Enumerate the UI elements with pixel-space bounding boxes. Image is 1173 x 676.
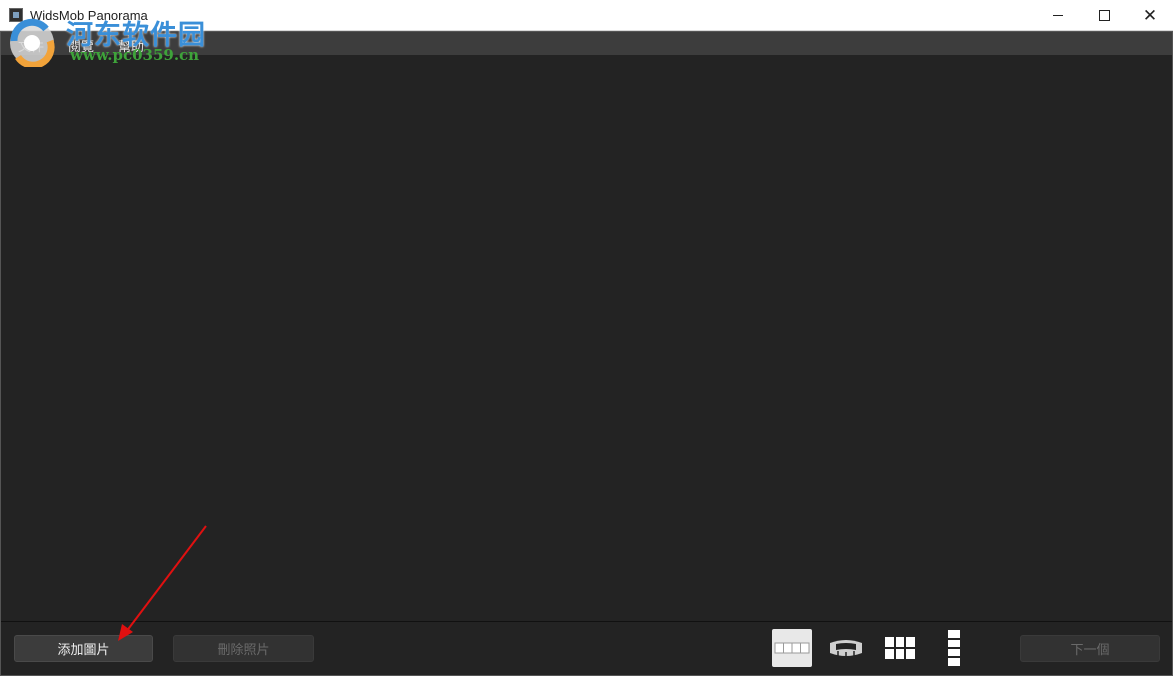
- menu-view[interactable]: 閱覽: [68, 36, 94, 55]
- close-icon: ✕: [1142, 6, 1158, 25]
- add-photos-button[interactable]: 添加圖片: [14, 635, 153, 662]
- next-button[interactable]: 下一個: [1020, 635, 1160, 662]
- bottom-toolbar: 添加圖片 刪除照片 下一個: [1, 621, 1172, 675]
- grid-tile-icon: [885, 637, 915, 659]
- mode-360-button[interactable]: [826, 629, 866, 667]
- maximize-button[interactable]: [1081, 0, 1127, 31]
- mode-vertical-button[interactable]: [934, 629, 974, 667]
- mode-horizontal-button[interactable]: [772, 629, 812, 667]
- minimize-icon: [1053, 15, 1063, 16]
- mode-grid-button[interactable]: [880, 629, 920, 667]
- app-icon: [9, 8, 23, 22]
- window-title: WidsMob Panorama: [30, 8, 148, 23]
- close-button[interactable]: ✕: [1127, 0, 1173, 31]
- maximize-icon: [1098, 10, 1110, 21]
- horizontal-panorama-icon: [774, 642, 810, 654]
- title-bar: WidsMob Panorama ✕: [0, 0, 1173, 31]
- menu-bar: 文件 閱覽 幫助: [1, 32, 1172, 55]
- menu-help[interactable]: 幫助: [118, 36, 144, 55]
- delete-photos-button[interactable]: 刪除照片: [173, 635, 314, 662]
- photo-workspace[interactable]: [1, 55, 1172, 621]
- 360-cylinder-icon: [830, 640, 862, 657]
- app-window: 文件 閱覽 幫助 添加圖片 刪除照片 下一個: [0, 31, 1173, 676]
- minimize-button[interactable]: [1035, 0, 1081, 31]
- vertical-panorama-icon: [948, 630, 960, 666]
- menu-file[interactable]: 文件: [18, 36, 44, 55]
